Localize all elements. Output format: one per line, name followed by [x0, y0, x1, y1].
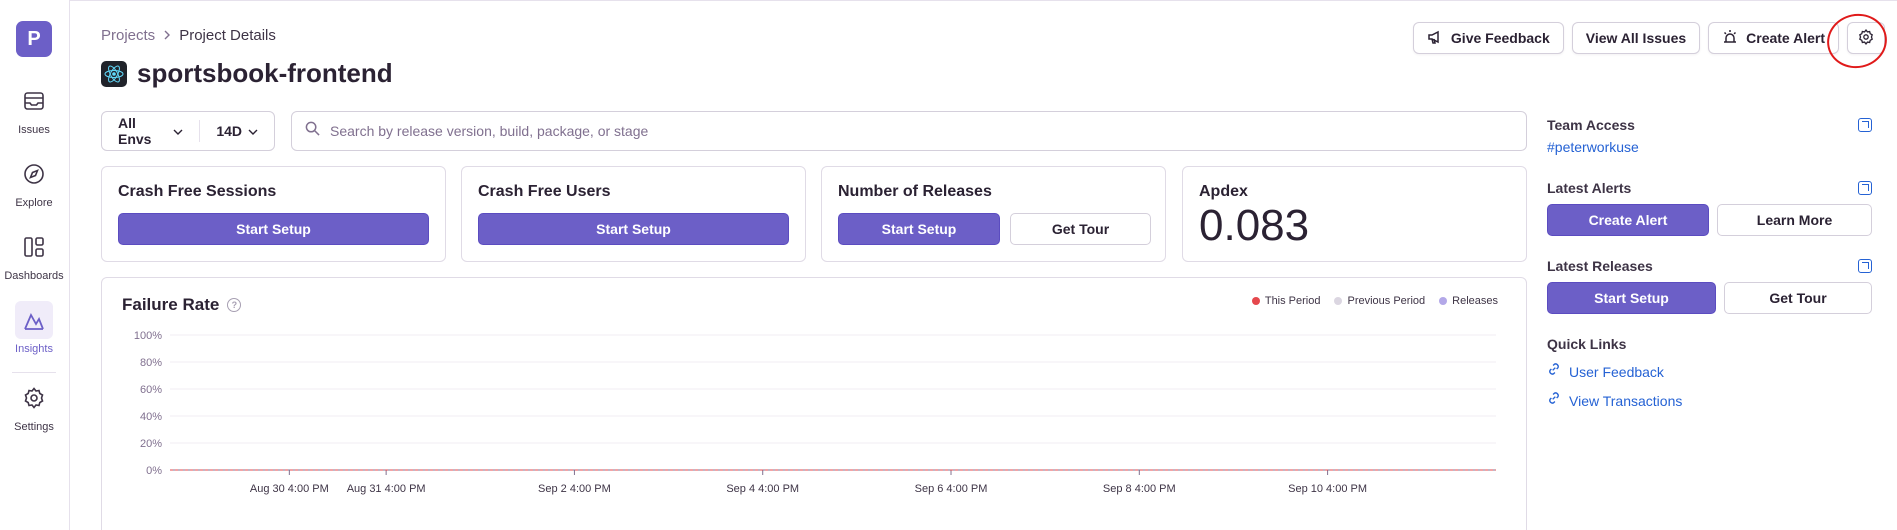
start-setup-button[interactable]: Start Setup: [118, 213, 429, 245]
sidebar-divider: [12, 372, 56, 373]
sidebar-item-issues[interactable]: Issues: [0, 82, 68, 136]
team-link[interactable]: #peterworkuse: [1547, 139, 1639, 155]
external-link-icon[interactable]: [1858, 118, 1872, 132]
search-icon: [305, 121, 320, 141]
red-circle-annotation: [1822, 8, 1892, 74]
crash-free-sessions-card: Crash Free Sessions Start Setup: [101, 166, 446, 262]
failure-rate-chart-panel: Failure Rate ? This Period Previous Peri…: [101, 277, 1527, 530]
link-icon: [1547, 362, 1561, 381]
x-tick-label: Aug 31 4:00 PM: [347, 483, 426, 495]
gear-icon: [15, 379, 53, 417]
y-tick-label: 0%: [146, 465, 162, 477]
environment-selector[interactable]: All Envs: [102, 112, 199, 150]
date-range-selector[interactable]: 14D: [200, 112, 274, 150]
y-tick-label: 20%: [140, 438, 162, 450]
siren-icon: [1722, 29, 1738, 48]
card-title: Apdex: [1199, 183, 1248, 200]
sidebar-item-label: Issues: [18, 124, 50, 136]
x-tick-label: Sep 2 4:00 PM: [538, 483, 611, 495]
failure-rate-chart: 100% 80% 60% 40% 20% 0% Aug 30 4:00 PM Aug 31 4…: [134, 330, 1496, 495]
quick-link-user-feedback[interactable]: User Feedback: [1547, 362, 1872, 381]
learn-more-button[interactable]: Learn More: [1717, 204, 1872, 236]
quick-link-view-transactions[interactable]: View Transactions: [1547, 391, 1872, 410]
compass-icon: [15, 155, 53, 193]
apdex-card: Apdex 0.083: [1182, 166, 1527, 262]
project-name: sportsbook-frontend: [137, 58, 393, 88]
sidebar-item-insights[interactable]: Insights: [0, 301, 68, 355]
card-title: Crash Free Users: [478, 183, 611, 200]
issues-icon: [15, 82, 53, 120]
sidebar-item-explore[interactable]: Explore: [0, 155, 68, 209]
x-tick-label: Sep 10 4:00 PM: [1288, 483, 1367, 495]
date-range-label: 14D: [216, 123, 242, 139]
search-input[interactable]: [330, 123, 1480, 139]
get-tour-side-button[interactable]: Get Tour: [1724, 282, 1872, 314]
external-link-icon[interactable]: [1858, 181, 1872, 195]
quick-link-label: View Transactions: [1569, 392, 1683, 409]
sidebar: P Issues Explore Dashboards Insights Set…: [0, 0, 70, 530]
external-link-icon[interactable]: [1858, 259, 1872, 273]
sidebar-item-label: Explore: [15, 197, 53, 209]
y-tick-label: 80%: [140, 357, 162, 369]
create-alert-label: Create Alert: [1746, 30, 1825, 46]
release-search: [291, 111, 1527, 151]
sidebar-item-label: Settings: [14, 421, 54, 433]
dashboards-icon: [15, 228, 53, 266]
crash-free-users-card: Crash Free Users Start Setup: [461, 166, 806, 262]
latest-releases-heading: Latest Releases: [1547, 258, 1653, 274]
x-tick-label: Sep 8 4:00 PM: [1103, 483, 1176, 495]
team-access-heading: Team Access: [1547, 117, 1635, 133]
page-filter-bar: All Envs 14D: [101, 111, 275, 151]
chevron-right-icon: [163, 27, 171, 44]
sidebar-item-label: Dashboards: [4, 270, 64, 282]
y-tick-label: 100%: [134, 330, 162, 342]
team-access-section: Team Access #peterworkuse: [1547, 117, 1872, 157]
view-all-issues-button[interactable]: View All Issues: [1571, 22, 1701, 54]
org-avatar[interactable]: P: [16, 21, 52, 57]
chevron-down-icon: [248, 123, 258, 139]
quick-link-label: User Feedback: [1569, 363, 1664, 380]
header-actions: Give Feedback View All Issues Create Ale…: [1412, 22, 1885, 54]
quick-links-heading: Quick Links: [1547, 336, 1627, 352]
insights-icon: [15, 301, 53, 339]
latest-releases-section: Latest Releases Start Setup Get Tour: [1547, 258, 1872, 314]
latest-alerts-heading: Latest Alerts: [1547, 180, 1632, 196]
breadcrumb-projects-link[interactable]: Projects: [101, 27, 155, 44]
create-alert-button[interactable]: Create Alert: [1708, 22, 1839, 54]
view-all-issues-label: View All Issues: [1585, 30, 1687, 46]
page-title: sportsbook-frontend: [101, 58, 393, 89]
chevron-down-icon: [173, 123, 183, 139]
card-title: Number of Releases: [838, 183, 992, 200]
create-alert-side-button[interactable]: Create Alert: [1547, 204, 1709, 236]
sidebar-item-label: Insights: [15, 343, 53, 355]
sidebar-item-settings[interactable]: Settings: [0, 379, 68, 433]
breadcrumb-current: Project Details: [179, 27, 276, 44]
start-setup-button[interactable]: Start Setup: [838, 213, 1000, 245]
megaphone-icon: [1427, 29, 1443, 48]
sidebar-item-dashboards[interactable]: Dashboards: [0, 228, 68, 282]
environment-label: All Envs: [118, 115, 152, 147]
give-feedback-button[interactable]: Give Feedback: [1412, 22, 1564, 54]
y-tick-label: 40%: [140, 411, 162, 423]
start-setup-button[interactable]: Start Setup: [478, 213, 789, 245]
y-tick-label: 60%: [140, 384, 162, 396]
link-icon: [1547, 391, 1561, 410]
quick-links-section: Quick Links User Feedback View Transacti…: [1547, 336, 1872, 410]
apdex-value: 0.083: [1199, 201, 1310, 250]
top-border: [0, 0, 1897, 4]
breadcrumb: Projects Project Details: [101, 27, 276, 44]
start-setup-side-button[interactable]: Start Setup: [1547, 282, 1716, 314]
x-tick-label: Sep 4 4:00 PM: [726, 483, 799, 495]
give-feedback-label: Give Feedback: [1450, 30, 1550, 46]
x-tick-label: Sep 6 4:00 PM: [915, 483, 988, 495]
get-tour-button[interactable]: Get Tour: [1010, 213, 1151, 245]
number-of-releases-card: Number of Releases Start Setup Get Tour: [821, 166, 1166, 262]
react-icon: [101, 60, 127, 87]
card-title: Crash Free Sessions: [118, 183, 277, 200]
x-tick-label: Aug 30 4:00 PM: [250, 483, 329, 495]
latest-alerts-section: Latest Alerts Create Alert Learn More: [1547, 180, 1872, 236]
